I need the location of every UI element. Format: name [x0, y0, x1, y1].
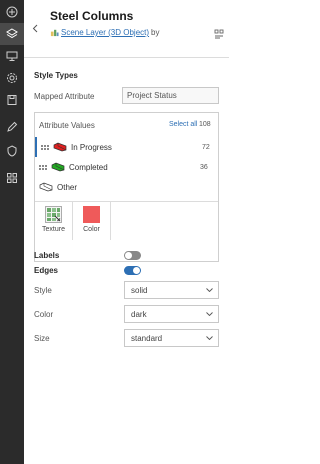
attribute-row-completed[interactable]: Completed 36	[35, 157, 218, 177]
attribute-label: In Progress	[71, 142, 112, 152]
attribute-row-other[interactable]: Other	[35, 177, 218, 197]
settings-button[interactable]	[0, 67, 24, 89]
toggle-knob	[133, 267, 140, 274]
layer-title: Steel Columns	[50, 9, 134, 23]
mapped-attribute-label: Mapped Attribute	[34, 92, 95, 101]
settings-icon	[7, 73, 17, 83]
add-icon	[6, 6, 18, 18]
grid-icon	[7, 173, 17, 183]
color-value: dark	[131, 309, 147, 319]
layer-style-panel: Steel Columns Scene Layer (3D Object) by…	[24, 0, 229, 464]
shield-icon	[7, 145, 17, 157]
attribute-total-count: 108	[199, 121, 211, 128]
attribute-values-heading: Attribute Values	[39, 121, 95, 130]
chevron-down-icon	[206, 336, 213, 340]
grip-icon[interactable]	[41, 144, 49, 150]
grip-icon[interactable]	[39, 164, 47, 170]
attribute-label: Completed	[69, 162, 108, 172]
back-button[interactable]	[32, 24, 38, 36]
attribute-values-box: Attribute Values Select all 108 In Progr…	[34, 112, 219, 262]
labels-toggle[interactable]	[124, 251, 141, 260]
add-button[interactable]	[0, 1, 24, 23]
color-swatch	[83, 206, 100, 223]
legend-button[interactable]	[214, 26, 224, 44]
scene-layer-icon	[50, 29, 59, 37]
white-symbol-icon[interactable]	[39, 182, 53, 192]
back-icon	[32, 24, 38, 33]
edges-title: Edges	[34, 266, 59, 275]
size-label: Size	[34, 334, 50, 343]
color-field-label: Color	[34, 310, 54, 319]
attribute-row-in-progress[interactable]: In Progress 72	[35, 137, 218, 157]
shield-button[interactable]	[0, 140, 24, 162]
sidebar	[0, 0, 24, 464]
save-button[interactable]	[0, 89, 24, 111]
edit-icon	[7, 121, 18, 132]
texture-label: Texture	[42, 226, 65, 233]
display-button[interactable]	[0, 45, 24, 67]
color-select[interactable]: dark	[124, 305, 219, 323]
chevron-down-icon	[206, 312, 213, 316]
attribute-label: Other	[57, 182, 78, 192]
texture-tool[interactable]: Texture	[35, 202, 73, 240]
by-text: by	[151, 28, 160, 37]
size-value: standard	[131, 333, 163, 343]
style-label: Style	[34, 286, 52, 295]
edit-button[interactable]	[0, 116, 24, 138]
labels-title: Labels	[34, 251, 60, 260]
edges-toggle[interactable]	[124, 266, 141, 275]
toggle-knob	[125, 252, 132, 259]
save-icon	[7, 95, 17, 105]
select-all-link[interactable]: Select all	[169, 121, 197, 128]
layers-icon	[6, 28, 18, 39]
chevron-down-icon	[206, 288, 213, 292]
mapped-attribute-field[interactable]: Project Status	[122, 87, 219, 104]
attribute-count: 36	[200, 163, 208, 171]
legend-icon	[214, 29, 224, 39]
attribute-count: 72	[202, 143, 210, 151]
texture-icon	[45, 206, 62, 223]
layer-source: Scene Layer (3D Object) by	[50, 28, 160, 37]
color-label: Color	[83, 226, 100, 233]
header-divider	[24, 57, 229, 58]
style-value: solid	[131, 285, 148, 295]
grid-button[interactable]	[0, 167, 24, 189]
layer-type-link[interactable]: Scene Layer (3D Object)	[61, 28, 149, 37]
style-select[interactable]: solid	[124, 281, 219, 299]
style-types-title: Style Types	[34, 71, 78, 80]
layers-button[interactable]	[0, 23, 24, 45]
color-tool[interactable]: Color	[73, 202, 111, 240]
size-select[interactable]: standard	[124, 329, 219, 347]
green-symbol-icon[interactable]	[51, 162, 65, 172]
monitor-icon	[6, 51, 18, 61]
red-symbol-icon[interactable]	[53, 142, 67, 152]
